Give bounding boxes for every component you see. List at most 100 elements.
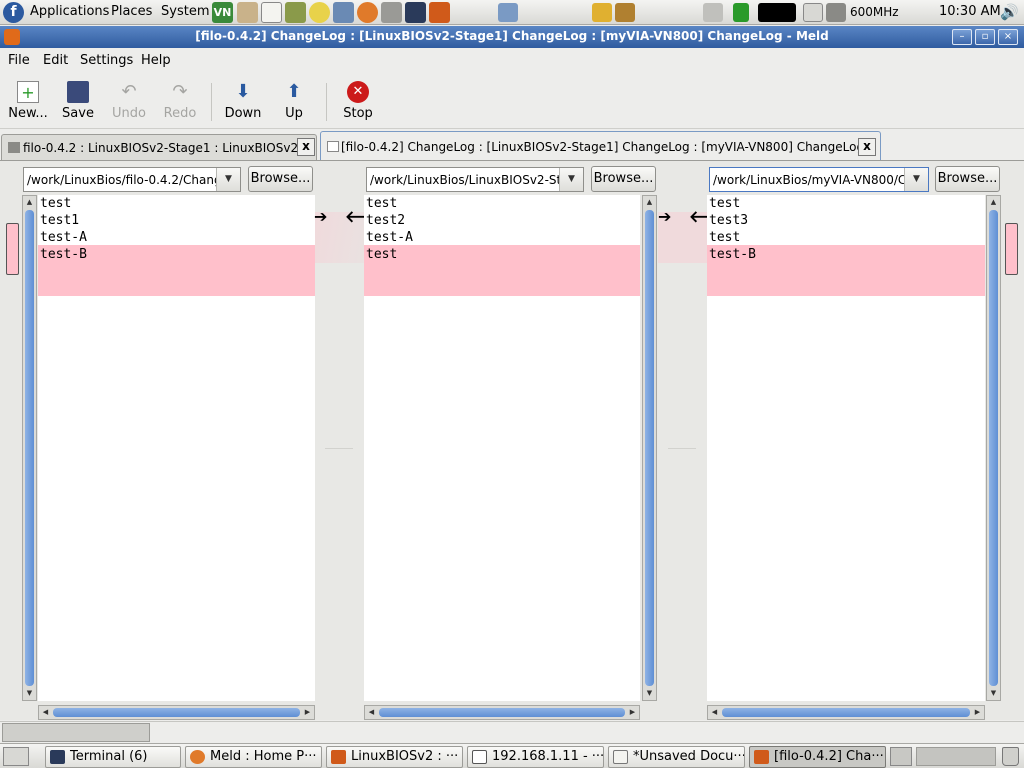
pane3-text-view[interactable]: test test3 test test-B: [707, 195, 985, 701]
link-gutter-1: [315, 195, 365, 701]
applications-menu[interactable]: Applications: [30, 4, 109, 19]
tab-close-button[interactable]: x: [297, 138, 315, 156]
pane1-horizontal-scrollbar[interactable]: ◀ ▶: [38, 705, 315, 720]
scroll-thumb[interactable]: [989, 210, 998, 686]
menu-help[interactable]: Help: [141, 53, 171, 68]
volume-icon[interactable]: 🔊: [1000, 3, 1019, 21]
tab-folder-comparison[interactable]: filo-0.4.2 : LinuxBIOSv2-Stage1 : LinuxB…: [1, 134, 317, 160]
stop-button[interactable]: ✕ Stop: [334, 79, 382, 125]
close-window-button[interactable]: ×: [998, 29, 1018, 45]
scroll-right-icon[interactable]: ▶: [301, 706, 314, 719]
meld-tray-icon[interactable]: [890, 747, 912, 766]
chevron-down-icon[interactable]: ▼: [904, 168, 928, 191]
fedora-logo-icon[interactable]: f: [3, 2, 24, 23]
scroll-down-icon[interactable]: ▼: [987, 687, 1000, 700]
left-overview-marker[interactable]: [6, 223, 19, 275]
terminal-launcher-icon[interactable]: [405, 2, 426, 23]
chevron-down-icon[interactable]: ▼: [559, 168, 583, 191]
scroll-thumb[interactable]: [722, 708, 970, 717]
arrow-up-icon: ⬆: [286, 81, 302, 102]
scroll-left-icon[interactable]: ◀: [708, 706, 721, 719]
pane2-text-view[interactable]: test test2 test-A test: [364, 195, 640, 701]
system-menu[interactable]: System: [161, 4, 209, 19]
show-desktop-icon[interactable]: [3, 747, 29, 766]
up-button-label: Up: [285, 106, 303, 121]
scroll-down-icon[interactable]: ▼: [643, 687, 656, 700]
undo-icon: ↶: [121, 81, 137, 102]
pane3-vertical-scrollbar[interactable]: ▲ ▼: [986, 195, 1001, 701]
arrow-right-icon[interactable]: ➔: [658, 209, 671, 225]
tab-close-button[interactable]: x: [858, 138, 876, 156]
pane1-path[interactable]: /work/LinuxBios/filo-0.4.2/ChangeLog: [27, 173, 240, 187]
task-label: 192.168.1.11 - ···: [492, 749, 604, 764]
diff-highlight: [364, 245, 640, 296]
places-menu[interactable]: Places: [111, 4, 152, 19]
pane3-browse-button[interactable]: Browse...: [935, 166, 1000, 192]
keyring-icon[interactable]: [615, 3, 635, 22]
menu-file[interactable]: File: [8, 53, 30, 68]
new-button[interactable]: + New...: [4, 79, 52, 125]
scroll-down-icon[interactable]: ▼: [23, 687, 36, 700]
minimize-button[interactable]: –: [952, 29, 972, 45]
menu-edit[interactable]: Edit: [43, 53, 68, 68]
lock-icon[interactable]: [592, 3, 612, 22]
pane1-browse-button[interactable]: Browse...: [248, 166, 313, 192]
pane1-vertical-scrollbar[interactable]: ▲ ▼: [22, 195, 37, 701]
arrow-right-icon[interactable]: ➔: [314, 209, 327, 225]
pane1-text-view[interactable]: test test1 test-A test-B: [38, 195, 315, 701]
file-manager-icon[interactable]: [237, 2, 258, 23]
up-button[interactable]: ⬆ Up: [270, 79, 318, 125]
workspace-switcher[interactable]: [916, 747, 996, 766]
save-button[interactable]: Save: [54, 79, 102, 125]
scroll-left-icon[interactable]: ◀: [365, 706, 378, 719]
task-remote-host[interactable]: 192.168.1.11 - ···: [467, 746, 604, 768]
scroll-thumb[interactable]: [379, 708, 625, 717]
window-title-bar[interactable]: [filo-0.4.2] ChangeLog : [LinuxBIOSv2-St…: [0, 26, 1024, 48]
pane1-path-combo[interactable]: /work/LinuxBios/filo-0.4.2/ChangeLog ▼: [23, 167, 241, 192]
pane2-path[interactable]: /work/LinuxBios/LinuxBIOSv2-Stage1/Chang…: [370, 173, 583, 187]
task-terminal[interactable]: Terminal (6): [45, 746, 181, 768]
pane3-horizontal-scrollbar[interactable]: ◀ ▶: [707, 705, 985, 720]
emoticon-icon[interactable]: [309, 2, 330, 23]
text-editor-icon[interactable]: [261, 2, 282, 23]
scroll-up-icon[interactable]: ▲: [643, 196, 656, 209]
scroll-up-icon[interactable]: ▲: [23, 196, 36, 209]
vnc-viewer-icon[interactable]: VN: [212, 2, 233, 23]
undo-button[interactable]: ↶ Undo: [105, 79, 153, 125]
scroll-right-icon[interactable]: ▶: [626, 706, 639, 719]
pane2-path-combo[interactable]: /work/LinuxBios/LinuxBIOSv2-Stage1/Chang…: [366, 167, 584, 192]
scroll-thumb[interactable]: [645, 210, 654, 686]
trash-icon[interactable]: [1002, 747, 1019, 766]
tab-file-comparison[interactable]: [filo-0.4.2] ChangeLog : [LinuxBIOSv2-St…: [320, 131, 881, 161]
task-meld-changelog[interactable]: [filo-0.4.2] Cha···: [749, 746, 886, 768]
drive-icon[interactable]: [703, 3, 723, 22]
pane3-path[interactable]: /work/LinuxBios/myVIA-VN800/ChangeLog: [713, 173, 928, 187]
right-overview-marker[interactable]: [1005, 223, 1018, 275]
redo-button[interactable]: ↷ Redo: [156, 79, 204, 125]
chevron-down-icon[interactable]: ▼: [216, 168, 240, 191]
meld-launcher-icon[interactable]: [429, 2, 450, 23]
maximize-button[interactable]: ▫: [975, 29, 995, 45]
scroll-up-icon[interactable]: ▲: [987, 196, 1000, 209]
disk-icon[interactable]: [803, 3, 823, 22]
books-icon[interactable]: [285, 2, 306, 23]
scroll-thumb[interactable]: [25, 210, 34, 686]
scroll-thumb[interactable]: [53, 708, 300, 717]
task-unsaved-document[interactable]: *Unsaved Docu···: [608, 746, 745, 768]
menu-settings[interactable]: Settings: [80, 53, 133, 68]
printer-icon[interactable]: [381, 2, 402, 23]
down-button[interactable]: ⬇ Down: [219, 79, 267, 125]
task-linuxbios[interactable]: LinuxBIOSv2 : ···: [326, 746, 463, 768]
pane2-browse-button[interactable]: Browse...: [591, 166, 656, 192]
task-label: *Unsaved Docu···: [633, 749, 745, 764]
pane3-path-combo[interactable]: /work/LinuxBios/myVIA-VN800/ChangeLog ▼: [709, 167, 929, 192]
pane2-horizontal-scrollbar[interactable]: ◀ ▶: [364, 705, 640, 720]
scroll-right-icon[interactable]: ▶: [971, 706, 984, 719]
pane2-vertical-scrollbar[interactable]: ▲ ▼: [642, 195, 657, 701]
network-monitor-icon[interactable]: [498, 3, 518, 22]
network-icon[interactable]: [333, 2, 354, 23]
task-meld-home[interactable]: Meld : Home P···: [185, 746, 322, 768]
clock[interactable]: 10:30 AM: [939, 4, 1001, 19]
firefox-icon[interactable]: [357, 2, 378, 23]
scroll-left-icon[interactable]: ◀: [39, 706, 52, 719]
